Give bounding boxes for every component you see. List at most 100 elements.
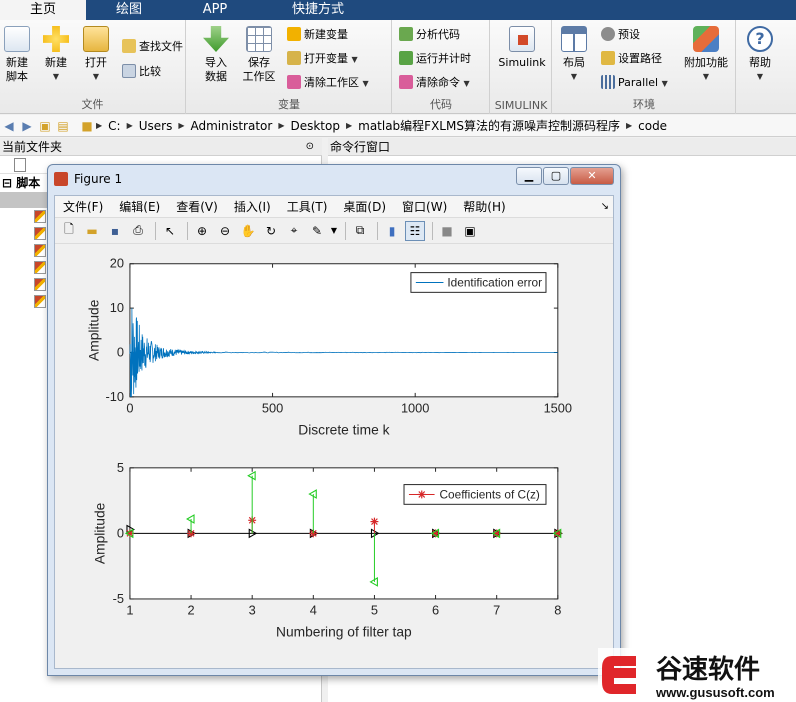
tab-3[interactable]: 快捷方式 (258, 0, 378, 20)
figure-menu-item[interactable]: 帮助(H) (455, 198, 513, 215)
bottom-xlabel: Numbering of filter tap (276, 624, 412, 639)
legend-icon[interactable]: ☷ (405, 220, 425, 241)
help-button[interactable]: ? 帮助 ▼ (743, 26, 777, 84)
breadcrumb-item[interactable]: C: (102, 119, 126, 133)
clear-workspace-button[interactable]: 清除工作区 ▼ (287, 74, 369, 92)
figure-menu-item[interactable]: 窗口(W) (394, 198, 455, 215)
clear-commands-button[interactable]: 清除命令 ▼ (399, 74, 470, 92)
rotate-icon[interactable]: ↻ (261, 221, 281, 241)
parallel-icon (601, 75, 615, 89)
tab-2[interactable]: APP (172, 0, 258, 20)
group-simulink: Simulink SIMULINK (491, 20, 552, 114)
brush-dropdown-icon[interactable]: ▼ (330, 221, 338, 241)
run-and-time-button[interactable]: 运行并计时 (399, 50, 471, 68)
breadcrumb-item[interactable]: code (632, 119, 673, 133)
back-arrow-icon[interactable]: ◀ (0, 119, 18, 133)
tab-0[interactable]: 主页 (0, 0, 86, 20)
y-tick-label: -10 (106, 389, 125, 404)
group-variable: 导入 数据 保存 工作区 新建变量 打开变量 ▼ 清除工作区 ▼ 变量 (187, 20, 392, 114)
browse-folder-icon[interactable]: ▤ (54, 119, 72, 133)
open-variable-button[interactable]: 打开变量 ▼ (287, 50, 358, 68)
dock-arrow-icon[interactable]: ↘ (601, 201, 609, 212)
panel-menu-icon[interactable]: ⊙ (306, 138, 314, 156)
x-tick-label: 6 (432, 603, 439, 618)
gususoft-watermark-logo: 谷速软件 www.gususoft.com (598, 648, 796, 702)
up-folder-icon[interactable]: ▣ (36, 119, 54, 133)
figure-plots: 20100-100 500 1000 1500Identification error… (86, 256, 572, 640)
x-tick-label: 3 (249, 603, 256, 618)
figure-menu-item[interactable]: 查看(V) (168, 198, 226, 215)
zoom-out-icon[interactable]: ⊖ (215, 221, 235, 241)
set-path-icon (601, 51, 615, 65)
save-icon[interactable]: ▪ (105, 221, 125, 241)
figure-menubar: 文件(F) 编辑(E) 查看(V) 插入(I) 工具(T) 桌面(D) 窗口(W) 帮助(H)… (55, 196, 613, 218)
close-button[interactable]: ✕ (570, 167, 614, 185)
brush-icon[interactable]: ✎ (307, 221, 327, 241)
maximize-button[interactable]: ▢ (543, 167, 569, 185)
mfile-icon (34, 227, 46, 240)
legend-label: Coefficients of C(z) (440, 487, 540, 501)
zoom-in-icon[interactable]: ⊕ (192, 221, 212, 241)
breadcrumb-item[interactable]: Administrator (185, 119, 279, 133)
breadcrumb-item[interactable]: matlab编程FXLMS算法的有源噪声控制源码程序 (352, 117, 626, 134)
compare-button[interactable]: 比较 (122, 63, 161, 81)
x-tick-label: 8 (554, 603, 561, 618)
show-plot-tools-icon[interactable]: ▣ (460, 221, 480, 241)
ribbon-tabbar: 主页 绘图 APP 快捷方式 (0, 0, 796, 20)
addons-button[interactable]: 附加功能 ▼ (681, 26, 731, 84)
y-tick-label: 0 (117, 344, 124, 359)
x-tick-label: 4 (310, 603, 317, 618)
legend-label: Identification error (447, 275, 542, 289)
parallel-button[interactable]: Parallel ▼ (601, 74, 668, 92)
watermark-brand: 谷速软件 (656, 654, 760, 684)
analyze-code-button[interactable]: 分析代码 (399, 26, 460, 44)
y-tick-label: 20 (110, 256, 124, 271)
layout-button[interactable]: 布局 ▼ (559, 26, 589, 84)
new-button[interactable]: 新建 ▼ (40, 26, 72, 84)
group-resources: ? 帮助 ▼ (737, 20, 796, 114)
x-tick-label: 1 (126, 603, 133, 618)
simulink-button[interactable]: Simulink (497, 26, 547, 70)
top-ylabel: Amplitude (86, 299, 101, 361)
matlab-figure-icon (54, 172, 68, 186)
breadcrumb: ▶ C: ▶ Users ▶ Administrator ▶ Desktop ▶ matlab编程… (96, 117, 673, 134)
breadcrumb-item[interactable]: Desktop (284, 119, 346, 133)
pointer-icon[interactable]: ↖ (160, 221, 180, 241)
open-variable-icon (287, 51, 301, 65)
colorbar-icon[interactable]: ▮ (382, 221, 402, 241)
new-script-button[interactable]: 新建 脚本 (2, 26, 32, 84)
y-tick-label: 10 (110, 300, 124, 315)
plus-icon (43, 26, 69, 52)
eraser-icon (287, 75, 301, 89)
file-icon (14, 158, 26, 172)
find-files-button[interactable]: 查找文件 (122, 38, 183, 56)
tab-1[interactable]: 绘图 (86, 0, 172, 20)
figure-toolbar: 🗋 ▬ ▪ ⎙ ↖ ⊕ ⊖ ✋ ↻ ⌖ ✎ ▼ ⧉ ▮ ☷ ■ ▣ (55, 218, 613, 244)
open-file-icon[interactable]: ▬ (82, 221, 102, 241)
figure-menu-item[interactable]: 插入(I) (226, 198, 279, 215)
new-variable-button[interactable]: 新建变量 (287, 26, 348, 44)
figure-menu-item[interactable]: 文件(F) (55, 198, 111, 215)
new-variable-icon (287, 27, 301, 41)
breadcrumb-item[interactable]: Users (133, 119, 179, 133)
figure-menu-item[interactable]: 工具(T) (279, 198, 336, 215)
minimize-button[interactable]: ▁ (516, 167, 542, 185)
hide-plot-tools-icon[interactable]: ■ (437, 221, 457, 241)
pan-hand-icon[interactable]: ✋ (238, 221, 258, 241)
star-marker (370, 517, 379, 526)
figure-menu-item[interactable]: 编辑(E) (111, 198, 168, 215)
import-data-button[interactable]: 导入 数据 (201, 26, 231, 84)
forward-arrow-icon[interactable]: ▶ (18, 119, 36, 133)
set-path-button[interactable]: 设置路径 (601, 50, 662, 68)
data-cursor-icon[interactable]: ⌖ (284, 221, 304, 241)
preferences-button[interactable]: 预设 (601, 26, 640, 44)
x-tick-label: 7 (493, 603, 500, 618)
save-workspace-button[interactable]: 保存 工作区 (239, 26, 279, 84)
print-icon[interactable]: ⎙ (128, 221, 148, 241)
group-file: 新建 脚本 新建 ▼ 打开 ▼ 查找文件 比较 文件 (0, 20, 186, 114)
new-figure-icon[interactable]: 🗋 (59, 221, 79, 241)
folder-icon (83, 26, 109, 52)
link-plot-icon[interactable]: ⧉ (350, 221, 370, 241)
open-button[interactable]: 打开 ▼ (80, 26, 112, 84)
figure-menu-item[interactable]: 桌面(D) (335, 198, 394, 215)
